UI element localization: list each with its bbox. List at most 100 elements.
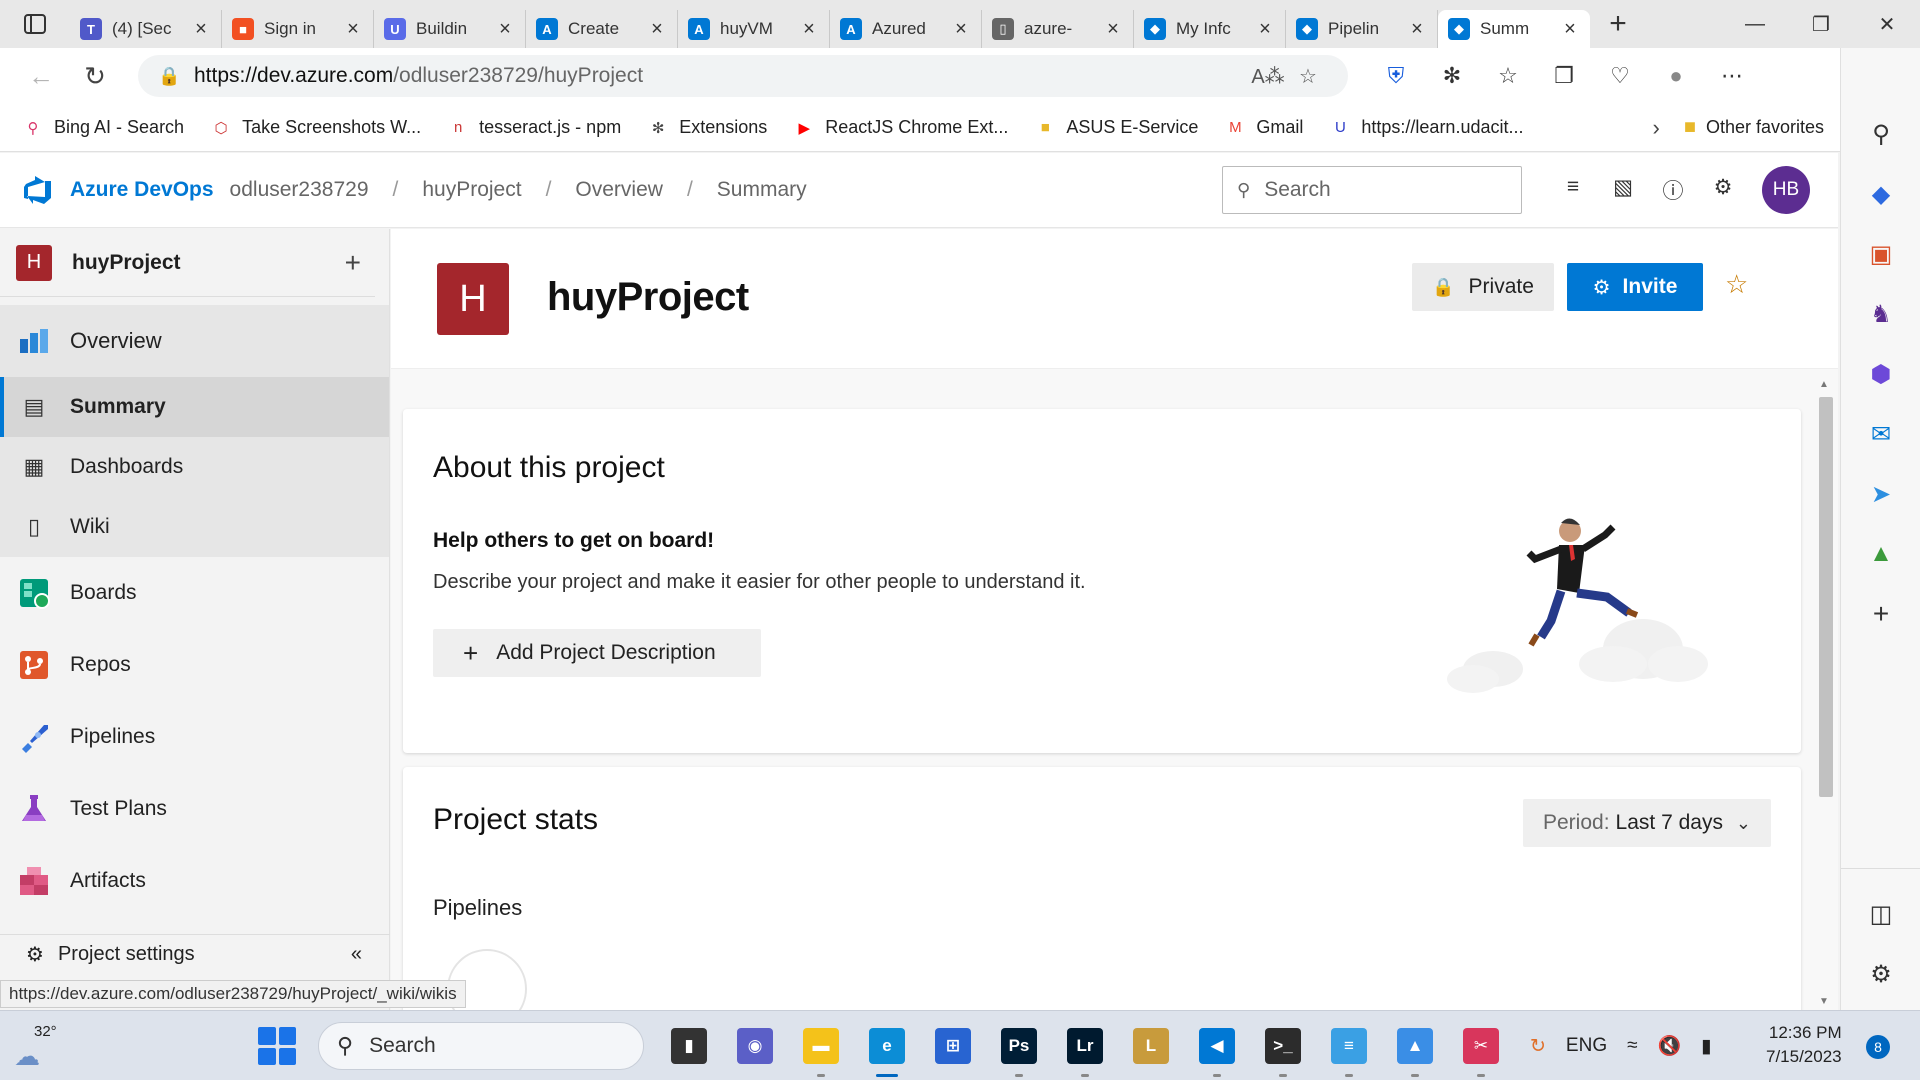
- scroll-up-icon[interactable]: ▲: [1819, 379, 1829, 390]
- battery-icon[interactable]: ▮: [1701, 1035, 1711, 1058]
- user-settings-icon[interactable]: ⚙: [1698, 175, 1748, 205]
- close-tab-icon[interactable]: ×: [799, 18, 819, 41]
- read-aloud-icon[interactable]: A⁂: [1248, 64, 1288, 89]
- avatar[interactable]: HB: [1762, 166, 1810, 214]
- browser-tab[interactable]: ■ Sign in ×: [222, 10, 374, 48]
- profile-icon[interactable]: ●: [1648, 63, 1704, 89]
- sidebar-panel-icon[interactable]: ◫: [1841, 884, 1920, 944]
- close-tab-icon[interactable]: ×: [1407, 18, 1427, 41]
- close-tab-icon[interactable]: ×: [647, 18, 667, 41]
- close-window-button[interactable]: ✕: [1854, 0, 1920, 48]
- breadcrumb-section[interactable]: Overview: [575, 178, 663, 202]
- close-tab-icon[interactable]: ×: [191, 18, 211, 41]
- vscode-app[interactable]: ◀: [1184, 1021, 1250, 1077]
- scrollbar-thumb[interactable]: [1819, 397, 1833, 797]
- notification-badge[interactable]: 8: [1866, 1035, 1890, 1059]
- minimize-button[interactable]: —: [1722, 0, 1788, 48]
- browser-tab[interactable]: ◆ Summ ×: [1438, 10, 1590, 48]
- invite-button[interactable]: ⚙ Invite: [1567, 263, 1703, 311]
- close-tab-icon[interactable]: ×: [1255, 18, 1275, 41]
- browser-tab[interactable]: AhuyVM ×: [678, 10, 830, 48]
- sidebar-search-icon[interactable]: ⚲: [1841, 104, 1920, 164]
- photos-app[interactable]: ▲: [1382, 1021, 1448, 1077]
- add-icon[interactable]: +: [345, 247, 361, 279]
- collections-icon[interactable]: ❐: [1536, 63, 1592, 89]
- browser-tab[interactable]: U Buildin ×: [374, 10, 526, 48]
- reload-button[interactable]: ↻: [68, 54, 122, 98]
- notepad-app[interactable]: ≡: [1316, 1021, 1382, 1077]
- add-project-description-button[interactable]: + Add Project Description: [433, 629, 761, 677]
- favorite-link[interactable]: M Gmail: [1224, 117, 1303, 139]
- lightroom-app[interactable]: Lr: [1052, 1021, 1118, 1077]
- new-tab-button[interactable]: +: [1596, 7, 1640, 41]
- taskbar-search[interactable]: ⚲ Search: [318, 1022, 644, 1070]
- sidebar-item-overview[interactable]: Overview: [0, 305, 389, 377]
- weather-widget[interactable]: 32° ☁: [14, 1023, 64, 1071]
- desktop-app[interactable]: ▮: [656, 1021, 722, 1071]
- url-field[interactable]: 🔒 https://dev.azure.com/odluser238729/hu…: [138, 55, 1348, 97]
- sidebar-outlook-icon[interactable]: ✉: [1841, 404, 1920, 464]
- photoshop-app[interactable]: Ps: [986, 1021, 1052, 1077]
- favorite-link[interactable]: Uhttps://learn.udacit...: [1329, 117, 1524, 139]
- file-explorer-app[interactable]: ▬: [788, 1021, 854, 1077]
- sidebar-item-boards[interactable]: Boards: [0, 557, 389, 629]
- snipping-app[interactable]: ✂: [1448, 1021, 1514, 1077]
- favorite-link[interactable]: ✻ Extensions: [647, 117, 767, 139]
- back-button[interactable]: ←: [14, 54, 68, 98]
- volume-muted-icon[interactable]: 🔇: [1658, 1034, 1682, 1058]
- sidebar-item-wiki[interactable]: ▯ Wiki: [0, 497, 389, 557]
- tab-actions-button[interactable]: [0, 0, 70, 48]
- sidebar-item-repos[interactable]: Repos: [0, 629, 389, 701]
- help-icon[interactable]: ⓘ: [1648, 175, 1698, 205]
- favorite-star-icon[interactable]: ☆: [1288, 64, 1328, 89]
- project-switcher[interactable]: H huyProject +: [0, 229, 375, 297]
- sidebar-item-summary[interactable]: ▤ Summary: [0, 377, 389, 437]
- extensions-icon[interactable]: ✻: [1424, 63, 1480, 89]
- browser-tab[interactable]: ◆ Pipelin ×: [1286, 10, 1438, 48]
- language-indicator[interactable]: ENG: [1566, 1035, 1607, 1057]
- project-settings-link[interactable]: ⚙ Project settings «: [0, 934, 390, 974]
- period-dropdown[interactable]: Period: Last 7 days ⌄: [1523, 799, 1771, 847]
- favorites-icon[interactable]: ☆: [1480, 63, 1536, 89]
- sidebar-item-dashboards[interactable]: ▦ Dashboards: [0, 437, 389, 497]
- sidebar-settings-icon[interactable]: ⚙: [1841, 944, 1920, 1004]
- performance-icon[interactable]: ♡: [1592, 63, 1648, 89]
- breadcrumb-project[interactable]: huyProject: [422, 178, 521, 202]
- sidebar-tools-icon[interactable]: ▣: [1841, 224, 1920, 284]
- clock[interactable]: 12:36 PM 7/15/2023: [1766, 1021, 1842, 1069]
- sidebar-send-icon[interactable]: ➤: [1841, 464, 1920, 524]
- browser-tab[interactable]: T (4) [Sec ×: [70, 10, 222, 48]
- sidebar-item-test-plans[interactable]: Test Plans: [0, 773, 389, 845]
- chat-app[interactable]: ◉: [722, 1021, 788, 1071]
- browser-tab[interactable]: A Azured ×: [830, 10, 982, 48]
- sidebar-add-icon[interactable]: +: [1841, 584, 1920, 644]
- favorite-link[interactable]: ▶ ReactJS Chrome Ext...: [793, 117, 1008, 139]
- sidebar-tree-icon[interactable]: ▲: [1841, 524, 1920, 584]
- wifi-icon[interactable]: ≈: [1627, 1035, 1637, 1057]
- browser-tab[interactable]: ▯ azure- ×: [982, 10, 1134, 48]
- browser-tab[interactable]: ◆ My Infc ×: [1134, 10, 1286, 48]
- other-favorites[interactable]: ■ Other favorites: [1684, 116, 1824, 139]
- collapse-icon[interactable]: «: [351, 943, 362, 966]
- marketplace-icon[interactable]: ▧: [1598, 175, 1648, 205]
- header-search-input[interactable]: ⚲ Search: [1222, 166, 1522, 214]
- sidebar-games-icon[interactable]: ♞: [1841, 284, 1920, 344]
- store-app[interactable]: ⊞: [920, 1021, 986, 1071]
- sidebar-item-artifacts[interactable]: Artifacts: [0, 845, 389, 917]
- close-tab-icon[interactable]: ×: [1560, 18, 1580, 41]
- start-button[interactable]: [258, 1027, 296, 1065]
- sidebar-item-pipelines[interactable]: Pipelines: [0, 701, 389, 773]
- bitwarden-icon[interactable]: ⛨: [1368, 63, 1424, 89]
- scroll-down-icon[interactable]: ▼: [1819, 996, 1829, 1007]
- breadcrumb-page[interactable]: Summary: [717, 178, 807, 202]
- breadcrumb-org[interactable]: odluser238729: [230, 178, 369, 202]
- brand-link[interactable]: Azure DevOps: [70, 178, 214, 202]
- favorite-link[interactable]: ⬡ Take Screenshots W...: [210, 117, 422, 139]
- sync-icon[interactable]: ↻: [1530, 1035, 1546, 1058]
- sidebar-copilot-icon[interactable]: ⬢: [1841, 344, 1920, 404]
- close-tab-icon[interactable]: ×: [343, 18, 363, 41]
- league-app[interactable]: L: [1118, 1021, 1184, 1071]
- work-items-icon[interactable]: ≡: [1548, 175, 1598, 205]
- close-tab-icon[interactable]: ×: [495, 18, 515, 41]
- private-button[interactable]: 🔒 Private: [1412, 263, 1554, 311]
